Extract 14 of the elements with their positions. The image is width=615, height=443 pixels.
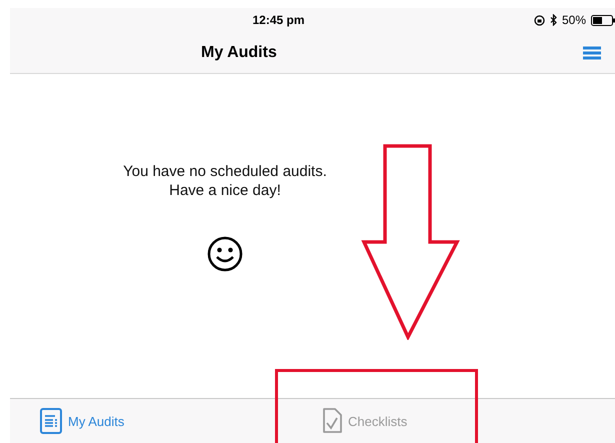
checked-document-icon — [322, 408, 342, 434]
screen-title: My Audits — [201, 44, 277, 62]
empty-message: You have no scheduled audits. — [123, 162, 327, 181]
rotation-lock-icon — [534, 14, 545, 26]
empty-message: Have a nice day! — [169, 181, 281, 200]
battery-icon — [591, 14, 615, 26]
tab[interactable]: My Audits — [10, 408, 300, 434]
tab[interactable]: Checklists — [300, 408, 600, 434]
status-time: 12:45 pm — [252, 13, 306, 27]
bluetooth-icon — [550, 14, 557, 26]
smiley-icon — [207, 236, 243, 272]
document-icon — [40, 408, 62, 434]
battery-percent: 50% — [562, 13, 586, 27]
menu-icon[interactable] — [583, 46, 601, 60]
